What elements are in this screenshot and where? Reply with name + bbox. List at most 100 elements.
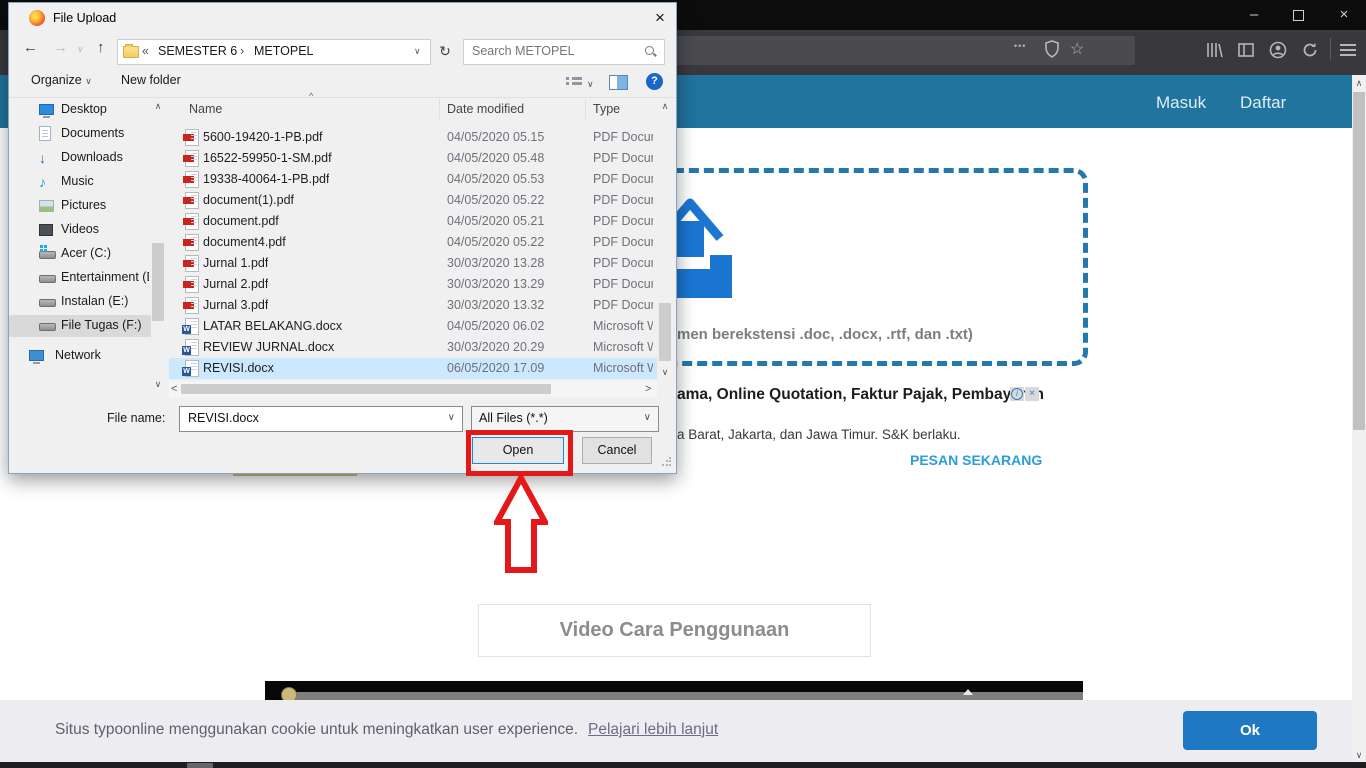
extension-sync-icon[interactable] <box>1300 40 1320 60</box>
file-name-input[interactable] <box>186 410 438 426</box>
file-date-modified: 04/05/2020 05.48 <box>447 151 545 165</box>
breadcrumb-metopel[interactable]: METOPEL <box>254 44 314 58</box>
cookie-ok-button[interactable]: Ok <box>1183 711 1317 750</box>
search-input[interactable] <box>470 43 642 59</box>
sidebar-item-entertainment-d[interactable]: Entertainment (D <box>9 267 151 289</box>
change-view-icon[interactable] <box>566 76 582 89</box>
breadcrumb-chevrons: « <box>142 44 149 58</box>
browser-close-icon[interactable]: × <box>1322 0 1366 30</box>
file-row-jurnal-3-pdf[interactable]: Jurnal 3.pdf 30/03/2020 13.32 PDF Docume <box>169 295 657 316</box>
scroll-up-icon[interactable]: ∧ <box>1352 78 1366 89</box>
daftar-link[interactable]: Daftar <box>1240 93 1286 113</box>
sidebar-item-downloads[interactable]: ↓ Downloads <box>9 147 151 169</box>
preview-pane-icon[interactable] <box>609 75 628 90</box>
file-date-modified: 04/05/2020 05.22 <box>447 193 545 207</box>
video-marker-icon <box>963 689 973 695</box>
column-separator <box>585 99 586 119</box>
file-row-jurnal-2-pdf[interactable]: Jurnal 2.pdf 30/03/2020 13.29 PDF Docume <box>169 274 657 295</box>
file-row-16522-59950-1-sm-pdf[interactable]: 16522-59950-1-SM.pdf 04/05/2020 05.48 PDF … <box>169 148 657 169</box>
sidebar-item-network[interactable]: Network <box>9 345 151 367</box>
sidebar-item-desktop[interactable]: Desktop <box>9 99 151 121</box>
drive-icon <box>39 270 56 286</box>
scroll-down-icon[interactable]: ∨ <box>1352 750 1366 761</box>
file-date-modified: 04/05/2020 05.21 <box>447 214 545 228</box>
file-name-dropdown-icon[interactable]: ∨ <box>448 412 455 423</box>
file-type: PDF Docume <box>593 277 653 291</box>
column-type[interactable]: Type <box>593 102 620 116</box>
sidebar-scroll-up-icon[interactable]: ∧ <box>151 101 165 112</box>
recent-locations-icon[interactable]: ∨ <box>77 44 84 55</box>
sidebar-scroll-down-icon[interactable]: ∨ <box>151 379 165 390</box>
back-icon[interactable]: ← <box>23 39 38 56</box>
sidebar-item-music[interactable]: ♪ Music <box>9 171 151 193</box>
file-type-select[interactable]: All Files (*.*) ∨ <box>471 406 659 432</box>
list-scrollbar-thumb[interactable] <box>659 303 671 361</box>
breadcrumb-dropdown-icon[interactable]: ∨ <box>414 46 421 57</box>
refresh-icon[interactable]: ↻ <box>433 39 457 63</box>
sidebar-item-instalan-e[interactable]: Instalan (E:) <box>9 291 151 313</box>
forward-icon[interactable]: → <box>53 39 68 56</box>
file-row-document-1-pdf[interactable]: document(1).pdf 04/05/2020 05.22 PDF Docum… <box>169 190 657 211</box>
library-icon[interactable] <box>1204 40 1224 60</box>
search-box <box>463 39 665 65</box>
masuk-link[interactable]: Masuk <box>1156 93 1206 113</box>
open-button[interactable]: Open <box>472 437 564 464</box>
organize-button[interactable]: Organize ∨ <box>31 73 92 87</box>
sidebar-item-file-tugas-f[interactable]: File Tugas (F:) <box>9 315 151 337</box>
cookie-learn-more-link[interactable]: Pelajari lebih lanjut <box>588 721 718 738</box>
dialog-close-icon[interactable]: × <box>646 5 674 31</box>
file-row-jurnal-1-pdf[interactable]: Jurnal 1.pdf 30/03/2020 13.28 PDF Docume <box>169 253 657 274</box>
firefox-icon <box>29 10 45 26</box>
cancel-button[interactable]: Cancel <box>582 437 652 464</box>
file-row-5600-19420-1-pb-pdf[interactable]: 5600-19420-1-PB.pdf 04/05/2020 05.15 PDF D… <box>169 127 657 148</box>
page-actions-icon[interactable]: ••• <box>1014 41 1026 51</box>
column-name[interactable]: Name <box>189 102 222 116</box>
file-row-19338-40064-1-pb-pdf[interactable]: 19338-40064-1-PB.pdf 04/05/2020 05.53 PDF … <box>169 169 657 190</box>
sidebar-item-label: Documents <box>61 126 125 140</box>
view-caret-icon[interactable]: ∨ <box>587 79 594 90</box>
column-date-modified[interactable]: Date modified <box>447 102 524 116</box>
bookmark-star-icon[interactable]: ☆ <box>1070 39 1084 59</box>
file-date-modified: 04/05/2020 05.22 <box>447 235 545 249</box>
sidebar-toggle-icon[interactable] <box>1236 40 1256 60</box>
restore-icon[interactable] <box>1276 0 1320 30</box>
page-scrollbar-thumb[interactable] <box>1353 92 1365 430</box>
list-scroll-right-icon[interactable]: > <box>645 383 651 395</box>
file-row-latar-belakang-docx[interactable]: LATAR BELAKANG.docx 04/05/2020 06.02 Micro… <box>169 316 657 337</box>
word-file-icon <box>182 360 199 377</box>
file-name-label: File name: <box>107 411 166 425</box>
sidebar-item-label: Network <box>55 348 101 362</box>
new-folder-button[interactable]: New folder <box>121 73 181 87</box>
menu-hamburger-icon[interactable] <box>1340 44 1356 46</box>
list-scroll-left-icon[interactable]: < <box>171 383 177 395</box>
protections-shield-icon[interactable] <box>1042 39 1062 59</box>
up-icon[interactable]: ↑ <box>97 39 105 56</box>
sidebar-item-label: Acer (C:) <box>61 246 111 260</box>
help-icon[interactable]: ? <box>646 73 663 90</box>
resize-grip[interactable] <box>661 457 671 467</box>
file-row-review-jurnal-docx[interactable]: REVIEW JURNAL.docx 30/03/2020 20.29 Micros… <box>169 337 657 358</box>
list-hscrollbar-thumb[interactable] <box>181 384 551 394</box>
breadcrumb-semester6[interactable]: SEMESTER 6 <box>158 44 237 58</box>
minimize-icon[interactable]: – <box>1232 0 1276 30</box>
ad-close-icon[interactable]: × <box>1025 387 1039 401</box>
list-scroll-up-icon[interactable]: ∧ <box>658 101 672 112</box>
sidebar-item-acer-c[interactable]: Acer (C:) <box>9 243 151 265</box>
sidebar-item-label: Downloads <box>61 150 123 164</box>
sidebar-item-documents[interactable]: Documents <box>9 123 151 145</box>
list-scroll-down-icon[interactable]: ∨ <box>658 367 672 378</box>
file-row-revisi-docx[interactable]: REVISI.docx 06/05/2020 17.09 Microsoft Wo <box>169 358 657 379</box>
places-sidebar: Desktop Documents ↓ Downloads ♪ Music Pictures… <box>9 99 151 391</box>
sidebar-item-pictures[interactable]: Pictures <box>9 195 151 217</box>
file-date-modified: 04/05/2020 05.15 <box>447 130 545 144</box>
file-row-document-pdf[interactable]: document.pdf 04/05/2020 05.21 PDF Docume <box>169 211 657 232</box>
pesan-sekarang-link[interactable]: PESAN SEKARANG <box>910 452 1042 468</box>
sidebar-scrollbar-thumb[interactable] <box>152 243 164 321</box>
file-row-document4-pdf[interactable]: document4.pdf 04/05/2020 05.22 PDF Docume <box>169 232 657 253</box>
breadcrumb[interactable]: « SEMESTER 6 › METOPEL ∨ <box>117 39 431 65</box>
adchoices-info-icon[interactable]: i <box>1010 387 1024 401</box>
file-type: PDF Docume <box>593 172 653 186</box>
bottom-strip-segment <box>187 763 213 768</box>
account-icon[interactable] <box>1268 40 1288 60</box>
sidebar-item-videos[interactable]: Videos <box>9 219 151 241</box>
